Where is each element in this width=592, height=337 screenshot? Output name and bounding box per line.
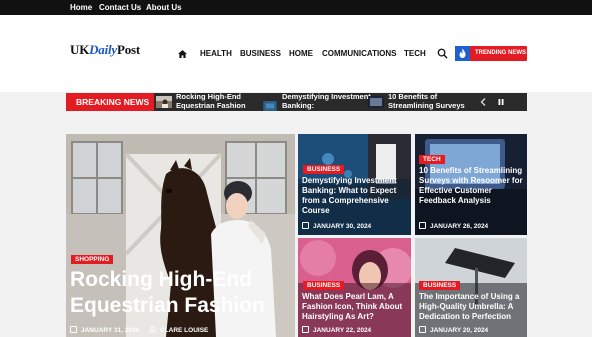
- ticker-thumbnail: [368, 96, 384, 108]
- ticker-item[interactable]: Demystifying Investment Banking:: [262, 92, 371, 111]
- article-meta: JANUARY 20, 2024: [419, 326, 488, 335]
- topbar-link-contact[interactable]: Contact Us: [99, 2, 141, 13]
- search-icon[interactable]: [437, 48, 448, 59]
- featured-article-meta: JANUARY 31, 2024 CLARE LOUISE: [70, 326, 295, 335]
- nav-item-business[interactable]: BUSINESS: [240, 49, 281, 59]
- ticker-title: 10 Benefits of Streamlining Surveys: [388, 92, 465, 110]
- breaking-news-label: BREAKING NEWS: [76, 97, 150, 107]
- ticker-thumbnail: [263, 101, 277, 111]
- article-card[interactable]: BUSINESS The Importance of Using a High-…: [415, 238, 527, 337]
- chevron-left-icon[interactable]: [480, 98, 486, 106]
- site-logo[interactable]: UKDailyPost: [70, 42, 140, 58]
- calendar-icon: [302, 222, 309, 229]
- article-title[interactable]: Demystifying Investment Banking: What to…: [302, 176, 410, 216]
- category-badge[interactable]: SHOPPING: [71, 255, 114, 264]
- topbar-link-about[interactable]: About Us: [146, 2, 182, 13]
- article-date: JANUARY 22, 2024: [313, 327, 372, 334]
- article-meta: JANUARY 22, 2024: [302, 326, 371, 335]
- calendar-icon: [70, 326, 77, 333]
- article-date: JANUARY 31, 2024: [81, 327, 140, 334]
- logo-post: Post: [117, 42, 141, 57]
- ticker-title: Rocking High-End Equestrian Fashion: [176, 92, 246, 110]
- category-badge[interactable]: BUSINESS: [303, 165, 345, 174]
- calendar-icon: [419, 222, 426, 229]
- breaking-news-tag: BREAKING NEWS: [66, 93, 154, 111]
- page: Home Contact Us About Us UKDailyPost HEA…: [0, 0, 592, 337]
- ticker-item[interactable]: Rocking High-End Equestrian Fashion: [156, 92, 256, 111]
- nav-item-home[interactable]: HOME: [289, 49, 313, 59]
- home-icon[interactable]: [178, 50, 187, 58]
- top-bar: Home Contact Us About Us: [0, 0, 592, 15]
- trending-news-button[interactable]: TRENDING NEWS: [455, 46, 527, 61]
- topbar-link-home[interactable]: Home: [70, 2, 92, 13]
- article-title[interactable]: The Importance of Using a High-Quality U…: [419, 292, 527, 322]
- logo-daily: Daily: [89, 42, 117, 57]
- category-badge[interactable]: TECH: [419, 155, 445, 164]
- article-date: JANUARY 30, 2024: [313, 223, 372, 230]
- category-badge[interactable]: BUSINESS: [419, 281, 461, 290]
- category-badge[interactable]: BUSINESS: [303, 281, 345, 290]
- article-card[interactable]: BUSINESS Demystifying Investment Banking…: [298, 134, 411, 235]
- trending-news-label: TRENDING NEWS: [475, 50, 526, 56]
- calendar-icon: [419, 326, 426, 333]
- article-card[interactable]: TECH 10 Benefits of Streamlining Surveys…: [415, 134, 527, 235]
- ticker-thumbnail: [156, 96, 172, 108]
- article-date: JANUARY 20, 2024: [430, 327, 489, 334]
- ticker-item[interactable]: 10 Benefits of Streamlining Surveys: [368, 92, 478, 111]
- featured-article-title[interactable]: Rocking High-End Equestrian Fashion: [70, 267, 292, 319]
- user-icon: [149, 326, 156, 333]
- ticker-title: Demystifying Investment Banking:: [282, 92, 371, 110]
- featured-article-card[interactable]: SHOPPING Rocking High-End Equestrian Fas…: [66, 134, 295, 337]
- article-title[interactable]: What Does Pearl Lam, A Fashion Icon, Thi…: [302, 292, 410, 322]
- article-date: JANUARY 26, 2024: [430, 223, 489, 230]
- site-header: UKDailyPost HEALTH BUSINESS HOME COMMUNI…: [0, 15, 592, 92]
- article-author[interactable]: CLARE LOUISE: [160, 327, 208, 334]
- nav-item-tech[interactable]: TECH: [404, 49, 426, 59]
- nav-item-communications[interactable]: COMMUNICATIONS: [322, 49, 397, 59]
- nav-item-health[interactable]: HEALTH: [200, 49, 232, 59]
- article-title[interactable]: 10 Benefits of Streamlining Surveys with…: [419, 166, 527, 206]
- logo-uk: UK: [70, 42, 90, 57]
- calendar-icon: [302, 326, 309, 333]
- pause-icon[interactable]: [498, 98, 504, 106]
- article-meta: JANUARY 30, 2024: [302, 222, 371, 231]
- article-meta: JANUARY 26, 2024: [419, 222, 488, 231]
- article-card[interactable]: BUSINESS What Does Pearl Lam, A Fashion …: [298, 238, 411, 337]
- breaking-news-bar: BREAKING NEWS Rocking High-End Equestria…: [66, 92, 527, 111]
- flame-icon: [455, 46, 470, 61]
